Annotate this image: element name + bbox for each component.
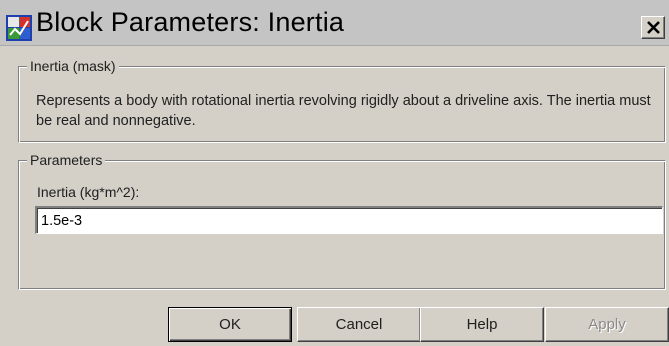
window-title: Block Parameters: Inertia [36, 7, 345, 37]
mask-description-group: Inertia (mask) Represents a body with ro… [18, 58, 666, 143]
inertia-label: Inertia (kg*m^2): [37, 184, 140, 200]
parameters-group: Parameters Inertia (kg*m^2): [18, 152, 666, 290]
inertia-input[interactable] [35, 206, 663, 234]
title-bar[interactable]: Block Parameters: Inertia [0, 0, 669, 46]
simulink-block-icon [6, 15, 32, 41]
mask-group-title: Inertia (mask) [27, 58, 119, 74]
mask-description: Represents a body with rotational inerti… [36, 93, 651, 129]
help-button[interactable]: Help [420, 307, 544, 342]
close-button[interactable] [641, 16, 665, 39]
block-parameters-dialog: Block Parameters: Inertia Inertia (mask)… [0, 0, 669, 346]
apply-button[interactable]: Apply [545, 307, 669, 342]
ok-button[interactable]: OK [168, 307, 292, 342]
cancel-button[interactable]: Cancel [297, 307, 421, 342]
parameters-group-title: Parameters [27, 152, 106, 168]
